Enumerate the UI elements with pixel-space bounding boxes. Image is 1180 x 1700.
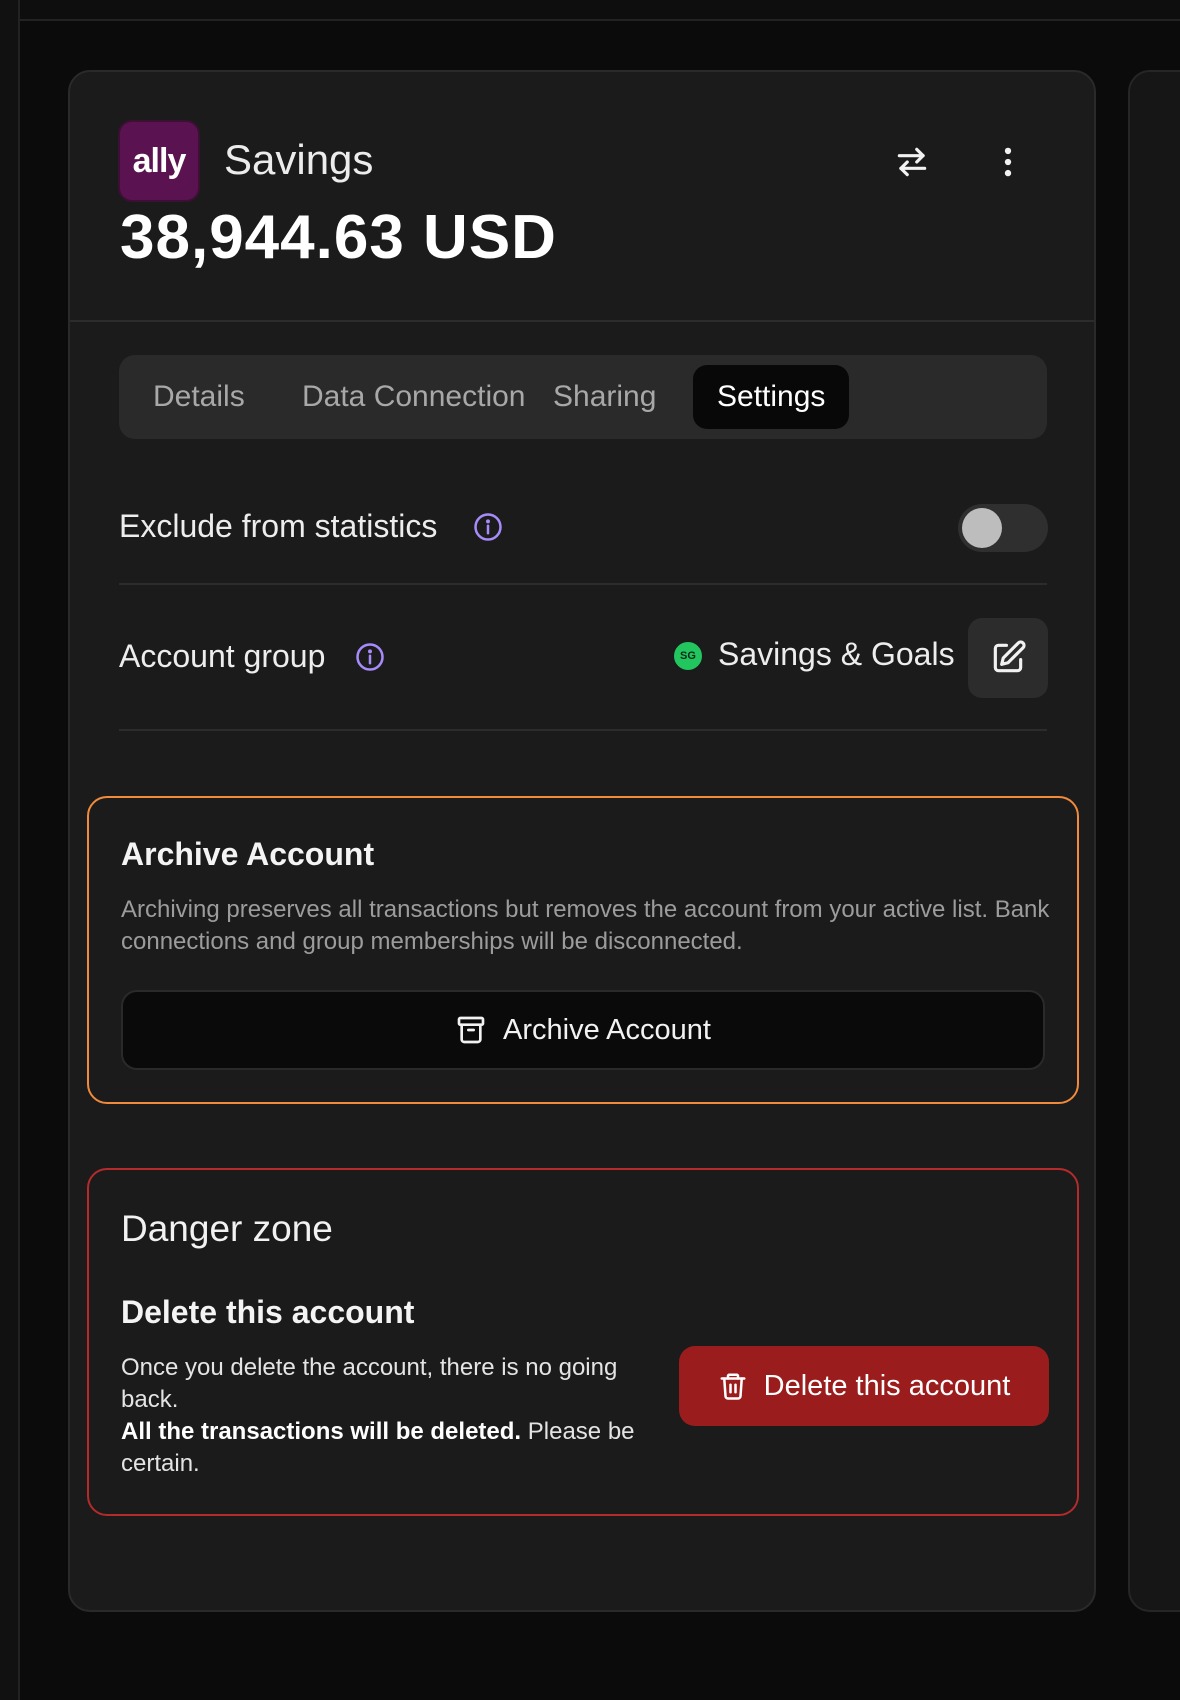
tab-details[interactable]: Details [129,365,269,429]
account-card: ally Savings 38,944.63 USD Details Data … [68,70,1096,1612]
divider [119,729,1047,731]
tab-bar: Details Data Connection Sharing Settings [119,355,1047,439]
exclude-statistics-label: Exclude from statistics [119,508,438,544]
group-badge: SG [672,640,704,672]
archive-description: Archiving preserves all transactions but… [121,896,1050,955]
transfer-arrows-icon [897,147,927,177]
tab-settings[interactable]: Settings [693,365,850,429]
delete-account-description: Once you delete the account, there is no… [121,1352,641,1480]
info-icon[interactable] [355,642,385,672]
group-name: Savings & Goals [718,636,955,672]
archive-account-button[interactable]: Archive Account [121,990,1045,1070]
tab-sharing[interactable]: Sharing [529,365,680,429]
more-vertical-icon [1004,147,1012,177]
delete-account-title: Delete this account [121,1294,415,1330]
archive-box-icon [457,1016,485,1044]
edit-group-button[interactable] [968,618,1048,698]
archive-title: Archive Account [121,836,375,872]
trash-icon [720,1373,746,1400]
toggle-knob [962,508,1002,548]
archive-button-label: Archive Account [503,1013,711,1046]
edit-icon [993,640,1026,673]
transfer-button[interactable] [884,134,940,190]
delete-button-label: Delete this account [763,1369,1011,1402]
bank-logo: ally [118,120,200,202]
divider [119,583,1047,585]
delete-account-button[interactable]: Delete this account [679,1346,1049,1426]
archive-section: Archive Account Archiving preserves all … [87,796,1079,1104]
account-name: Savings [224,136,374,183]
tab-data-connection[interactable]: Data Connection [278,365,549,429]
danger-zone: Danger zone Delete this account Once you… [87,1168,1079,1516]
left-rail [0,0,20,1700]
info-icon[interactable] [473,512,503,542]
delete-desc-warning: All the transactions will be deleted. [121,1418,522,1445]
more-button[interactable] [980,134,1036,190]
exclude-statistics-toggle[interactable] [958,504,1048,552]
adjacent-card[interactable] [1128,70,1180,1612]
account-group-label: Account group [119,638,326,674]
account-header: ally Savings 38,944.63 USD [70,72,1094,322]
account-balance: 38,944.63 USD [120,203,557,272]
danger-zone-title: Danger zone [121,1208,333,1249]
top-bar [0,0,1180,21]
delete-desc-line: Once you delete the account, there is no… [121,1354,618,1413]
